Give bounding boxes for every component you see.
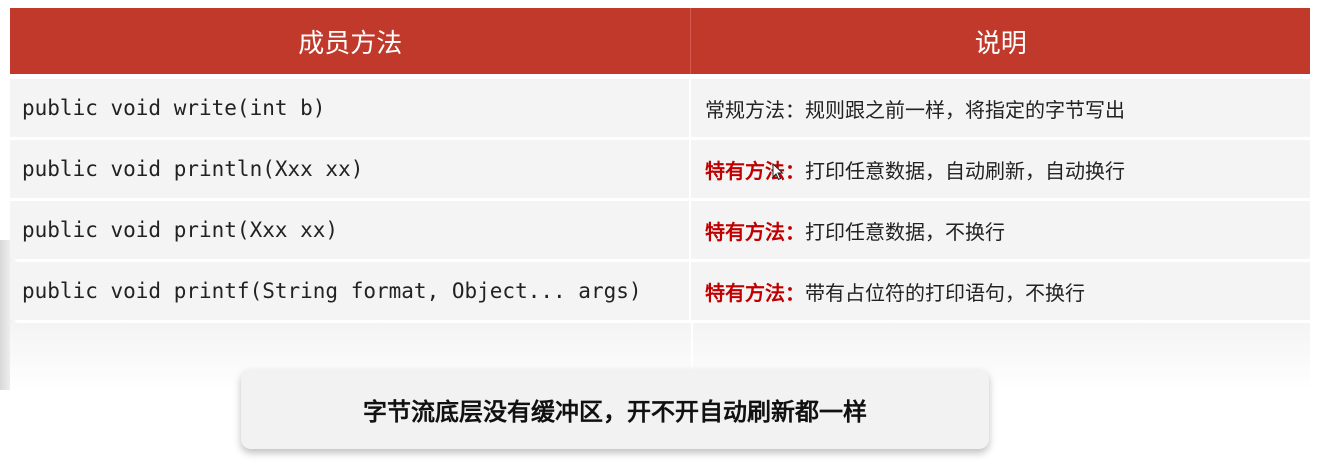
table-header: 成员方法 说明 xyxy=(10,8,1310,74)
header-description: 说明 xyxy=(974,28,1027,59)
description-text: 带有占位符的打印语句，不换行 xyxy=(805,280,1085,305)
method-cell: public void println(Xxx xx) xyxy=(10,140,691,198)
method-cell: public void printf(String format, Object… xyxy=(10,262,691,320)
highlight-label: 特有方法： xyxy=(705,280,805,305)
table-row: public void print(Xxx xx) 特有方法： 打印任意数据，不换… xyxy=(10,201,1310,259)
table-body: public void write(int b) 常规方法：规则跟之前一样，将指… xyxy=(10,79,1310,391)
slide-page: 成员方法 说明 public void write(int b) 常规方法：规则… xyxy=(0,0,1321,471)
header-method: 成员方法 xyxy=(10,8,692,74)
description-cell: 特有方法： 打印任意数据，不换行 xyxy=(691,201,1310,259)
note-text: 字节流底层没有缓冲区，开不开自动刷新都一样 xyxy=(363,397,867,426)
table-row: public void printf(String format, Object… xyxy=(10,262,1310,320)
description-text: 常规方法：规则跟之前一样，将指定的字节写出 xyxy=(705,97,1125,122)
highlight-label: 特有方法： xyxy=(705,158,805,183)
highlight-label: 特有方法： xyxy=(705,219,805,244)
method-cell: public void print(Xxx xx) xyxy=(10,201,691,259)
description-text: 打印任意数据，不换行 xyxy=(805,219,1005,244)
mouse-pointer-icon xyxy=(772,163,784,181)
table-row: public void println(Xxx xx) 特有方法： 打印任意数据，… xyxy=(10,140,1310,198)
method-cell: public void write(int b) xyxy=(10,79,691,137)
description-cell: 特有方法： 带有占位符的打印语句，不换行 xyxy=(691,262,1310,320)
note-callout: 字节流底层没有缓冲区，开不开自动刷新都一样 xyxy=(241,369,989,449)
table-row: public void write(int b) 常规方法：规则跟之前一样，将指… xyxy=(10,79,1310,137)
description-text: 打印任意数据，自动刷新，自动换行 xyxy=(805,158,1125,183)
description-cell: 常规方法：规则跟之前一样，将指定的字节写出 xyxy=(691,79,1310,137)
methods-table: 成员方法 说明 public void write(int b) 常规方法：规则… xyxy=(10,8,1310,391)
